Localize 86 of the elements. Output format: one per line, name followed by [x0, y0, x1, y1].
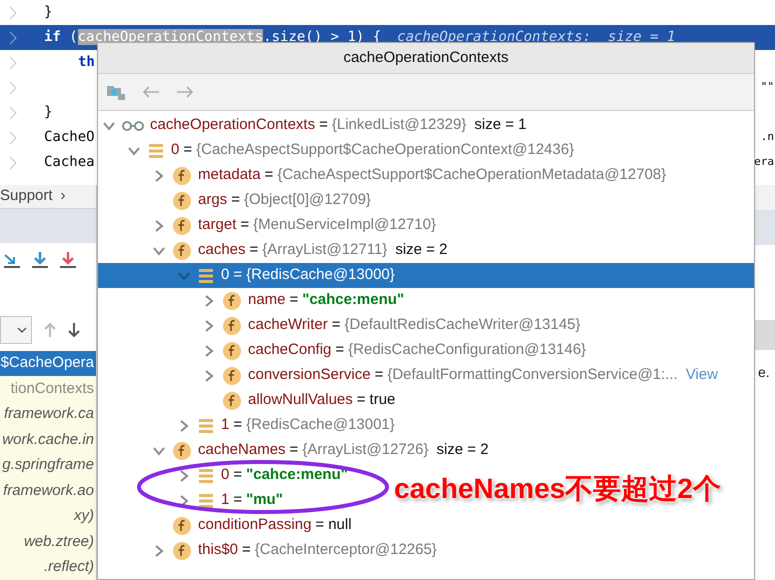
stack-frame[interactable]: $CacheOpera [0, 350, 96, 376]
field-icon [172, 190, 192, 210]
field-icon [172, 540, 192, 560]
chevron-right-icon[interactable] [179, 418, 189, 432]
chevron-right-icon[interactable] [154, 168, 164, 182]
variable-entry: cacheNames = {ArrayList@12726} [198, 440, 428, 460]
variable-entry: allowNullValues = true [248, 390, 396, 410]
code-line: } [44, 3, 52, 22]
chevron-right-icon[interactable] [154, 218, 164, 232]
chevron-right-icon[interactable] [204, 294, 214, 308]
variable-entry: conditionPassing = null [198, 515, 352, 536]
glasses-icon [122, 118, 144, 132]
field-icon [172, 240, 192, 260]
variable-entry: 1 = "mu" [221, 490, 283, 510]
stack-frame[interactable]: g.springframe [0, 452, 96, 478]
toolbar-background [755, 320, 775, 350]
list-item-icon [147, 142, 165, 158]
variable-entry: cacheWriter = {DefaultRedisCacheWriter@13145} [248, 315, 580, 336]
field-icon [222, 390, 242, 410]
variable-entry: target = {MenuServiceImpl@12710} [198, 215, 436, 236]
field-icon [172, 440, 192, 460]
variable-entry: caches = {ArrayList@12711} [198, 240, 388, 260]
step-into-icon[interactable] [32, 251, 48, 270]
size-label: size = 2 [395, 240, 448, 260]
variable-entry: 0 = "cahce:menu" [221, 465, 348, 486]
variable-entry: cacheOperationContexts = {LinkedList@12329} [150, 115, 466, 136]
field-icon [172, 166, 192, 186]
stack-frame[interactable]: xy) [0, 504, 96, 530]
field-icon [222, 366, 242, 386]
variable-entry: conversionService = {DefaultFormattingConversionService@1:... [248, 365, 678, 386]
chevron-down-icon[interactable] [152, 446, 166, 456]
variable-entry: 1 = {RedisCache@13001} [221, 415, 395, 436]
variable-entry: name = "cahce:menu" [248, 290, 404, 310]
field-icon [172, 216, 192, 236]
down-arrow-icon[interactable] [68, 322, 80, 338]
list-item-icon [197, 492, 215, 508]
back-arrow-icon[interactable] [142, 85, 160, 99]
variable-entry: this$0 = {CacheInterceptor@12265} [198, 540, 437, 560]
chevron-right-icon[interactable] [204, 368, 214, 382]
code-line: } [44, 103, 52, 122]
annotation-text: cacheNames不要超过2个 [394, 472, 721, 506]
breadcrumb-item[interactable]: Support [0, 185, 53, 208]
stack-frame[interactable]: web.ztree) [0, 529, 96, 555]
chevron-right-icon[interactable] [204, 344, 214, 358]
popup-title: cacheOperationContexts [343, 48, 509, 68]
field-icon [222, 290, 242, 310]
code-line: th [78, 53, 95, 72]
list-item-icon [197, 468, 215, 484]
chevron-down-icon[interactable] [177, 270, 191, 280]
up-arrow-icon[interactable] [44, 322, 56, 338]
fold-icon[interactable] [8, 30, 18, 44]
forward-arrow-icon[interactable] [176, 85, 194, 99]
variable-entry: 0 = {CacheAspectSupport$CacheOperationContext@12436} [171, 140, 574, 160]
chevron-right-icon[interactable] [204, 318, 214, 332]
size-label: size = 2 [436, 440, 489, 460]
inline-value-hint: cacheOperationContexts: size = 1 [397, 28, 676, 47]
force-step-into-icon[interactable] [60, 251, 76, 270]
variable-entry: cacheConfig = {RedisCacheConfiguration@13146} [248, 340, 586, 360]
code-fragment: .n [760, 129, 775, 146]
chevron-right-icon[interactable] [179, 468, 189, 482]
variable-entry: args = {Object[0]@12709} [198, 190, 371, 210]
breadcrumb-item[interactable]: › [60, 185, 66, 208]
tree-row[interactable]: 0 = {RedisCache@13000} [98, 263, 754, 288]
field-icon [172, 516, 192, 536]
code-fragment: era [754, 154, 775, 170]
list-item-icon [197, 418, 215, 434]
stack-frame[interactable]: .reflect) [0, 554, 96, 580]
folder-icon[interactable] [106, 83, 126, 101]
chevron-down-icon[interactable] [127, 146, 141, 156]
chevron-down-icon[interactable] [102, 120, 116, 130]
field-icon [222, 340, 242, 360]
variable-entry: metadata = {CacheAspectSupport$CacheOperationMetadata@12708} [198, 165, 666, 186]
code-fragment: "" [760, 79, 775, 96]
stack-frame[interactable]: framework.ao [0, 478, 96, 504]
code-line: Cachea [44, 153, 95, 172]
stack-frame[interactable]: work.cache.in [0, 427, 96, 453]
chevron-right-icon[interactable] [154, 544, 164, 558]
code-fragment: e. [757, 363, 771, 382]
chevron-down-icon[interactable] [152, 246, 166, 256]
stack-frame[interactable]: framework.ca [0, 402, 96, 428]
field-icon [222, 316, 242, 336]
caret-icon [17, 326, 27, 333]
list-item-icon [197, 268, 215, 284]
size-label: size = 1 [474, 115, 527, 136]
variable-entry: 0 = {RedisCache@13000} [221, 265, 395, 286]
code-line: CacheO [44, 128, 95, 147]
